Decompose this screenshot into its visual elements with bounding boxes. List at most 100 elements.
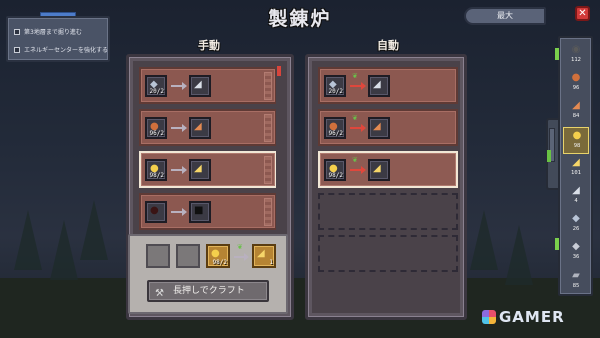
tree-silhouette [80,200,108,260]
tree-silhouette [505,225,533,285]
empty-recipe-slot[interactable] [318,235,458,272]
recipe-slot[interactable]: ◆ 20/2 ❦ ◢ [318,67,458,104]
craft-result-slot[interactable]: ◢ 1 [252,244,276,268]
recipe-slot[interactable]: ◆ 20/2 ◢ [139,67,277,104]
empty-recipe-slot[interactable] [318,193,458,230]
recipe-input-qty: 20/2 [328,88,343,95]
slot-drag-handle[interactable] [264,72,272,100]
recipe-input-slot[interactable]: ◆ 20/2 [145,75,167,97]
gold-bar-icon: ◢ [257,248,265,259]
iron-bar-icon: ◢ [572,185,580,196]
inventory-item[interactable]: ◉ 112 [563,42,589,69]
hold-to-craft-button[interactable]: ⚒ 長押しでクラフト [147,280,269,302]
recipe-output-slot[interactable]: ◢ [189,117,211,139]
fuel-leaf-icon: ❦ [237,243,243,251]
recipe-input-slot[interactable]: ● 96/2 [324,117,346,139]
option-row[interactable]: エネルギーセンターを強化する [14,45,108,54]
inventory-count: 112 [571,57,581,63]
inventory-item[interactable]: ● 96 [563,70,589,97]
recipe-output-slot[interactable]: ◢ [368,75,390,97]
recipe-slot[interactable]: ● ■ [139,193,277,230]
gold-bar-icon: ◢ [572,156,580,168]
gamer-logo-icon [482,310,496,324]
max-button[interactable]: 最大 [464,7,546,25]
recipe-slot[interactable]: ● 98/2 ◢ [139,151,277,188]
inventory-item[interactable]: ◆ 36 [563,239,589,266]
craft-ingredient-slot[interactable]: ● 98/2 [206,244,230,268]
manual-scrollbar[interactable] [276,64,282,234]
recipe-input-slot[interactable]: ● 98/2 [324,159,346,181]
recipe-arrow [171,82,187,90]
recipe-output-slot[interactable]: ◢ [368,159,390,181]
recipe-input-qty: 20/2 [149,88,164,95]
tree-silhouette [50,220,78,280]
inventory-count: 26 [572,226,580,233]
inventory-item[interactable]: ◆ 26 [563,211,589,238]
inventory-item[interactable]: ◢ 84 [563,98,589,125]
copper-ore-icon: ● [571,72,581,84]
stone-icon: ▰ [572,269,580,281]
craft-result-qty: 1 [269,259,273,266]
checkbox[interactable] [14,46,20,53]
gold-bar-icon: ◢ [194,163,202,174]
inventory-marker [555,48,559,60]
inventory-count: 4 [574,198,578,204]
hammer-icon: ⚒ [155,288,164,299]
inventory-marker [555,238,559,250]
slot-drag-handle[interactable] [264,198,272,226]
recipe-output-slot[interactable]: ◢ [189,75,211,97]
recipe-output-slot[interactable]: ◢ [368,117,390,139]
coal-icon: ◉ [571,44,581,55]
inventory-count: 84 [572,113,580,120]
recipe-output-slot[interactable]: ■ [189,201,211,223]
recipe-input-slot[interactable]: ● 98/2 [145,159,167,181]
fuel-leaf-icon: ❦ [352,156,358,164]
gold-ore-icon: ● [572,129,582,141]
tree-silhouette [470,210,498,270]
recipe-input-qty: 96/2 [149,130,164,137]
recipe-arrow [350,82,366,90]
fuel-leaf-icon: ❦ [352,72,358,80]
recipe-input-qty: 96/2 [328,130,343,137]
inventory-item[interactable]: ◢ 4 [563,183,589,210]
slot-drag-handle[interactable] [264,114,272,142]
copper-bar-icon: ◢ [373,121,381,132]
inventory-tab-indicator [547,150,551,162]
craft-arrow [234,253,249,261]
close-button[interactable]: ✕ [575,6,590,21]
iron-ore-icon: ◆ [572,213,580,225]
inventory-item[interactable]: ◢ 101 [563,155,589,182]
iron-bar-icon: ◢ [194,79,202,90]
inventory-count: 85 [572,282,580,289]
copper-bar-icon: ◢ [572,100,580,112]
craft-empty-slot[interactable] [176,244,200,268]
inventory-item[interactable]: ● 98 [563,126,589,154]
inventory-item[interactable]: ▰ 85 [563,268,589,295]
watermark-text: GAMER [499,308,565,326]
slot-drag-handle[interactable] [264,156,272,184]
inventory-sidebar: ◉ 112 ● 96 ◢ 84 ● 98 ◢ 101 ◢ 4 ◆ 26 ◆ 36 ▰ 85 [558,36,593,296]
auto-section-label: 自動 [377,39,399,52]
iron-bar-icon: ◢ [373,79,381,90]
recipe-arrow [350,166,366,174]
recipe-slot[interactable]: ● 96/2 ◢ [139,109,277,146]
fuel-leaf-icon: ❦ [352,114,358,122]
recipe-arrow [171,208,187,216]
recipe-slot[interactable]: ● 96/2 ❦ ◢ [318,109,458,146]
auto-panel: ◆ 20/2 ❦ ◢ ● 96/2 ❦ ◢ ● 98/2 ❦ ◢ [305,54,467,320]
silver-ore-icon: ◆ [572,241,580,253]
recipe-input-slot[interactable]: ● [145,201,167,223]
gamer-watermark: GAMER [482,308,565,326]
unknown-ore-icon: ● [150,205,159,216]
craft-ingredient-qty: 98/2 [212,259,227,266]
gold-bar-icon: ◢ [373,163,381,174]
manual-scroll-thumb[interactable] [277,66,281,76]
craft-area: ● 98/2 ❦ ◢ 1 ⚒ 長押しでクラフト [128,234,288,314]
recipe-input-slot[interactable]: ● 96/2 [145,117,167,139]
tree-silhouette [14,210,42,270]
craft-empty-slot[interactable] [146,244,170,268]
unknown-bar-icon: ■ [194,205,204,216]
recipe-output-slot[interactable]: ◢ [189,159,211,181]
recipe-slot[interactable]: ● 98/2 ❦ ◢ [318,151,458,188]
recipe-input-slot[interactable]: ◆ 20/2 [324,75,346,97]
